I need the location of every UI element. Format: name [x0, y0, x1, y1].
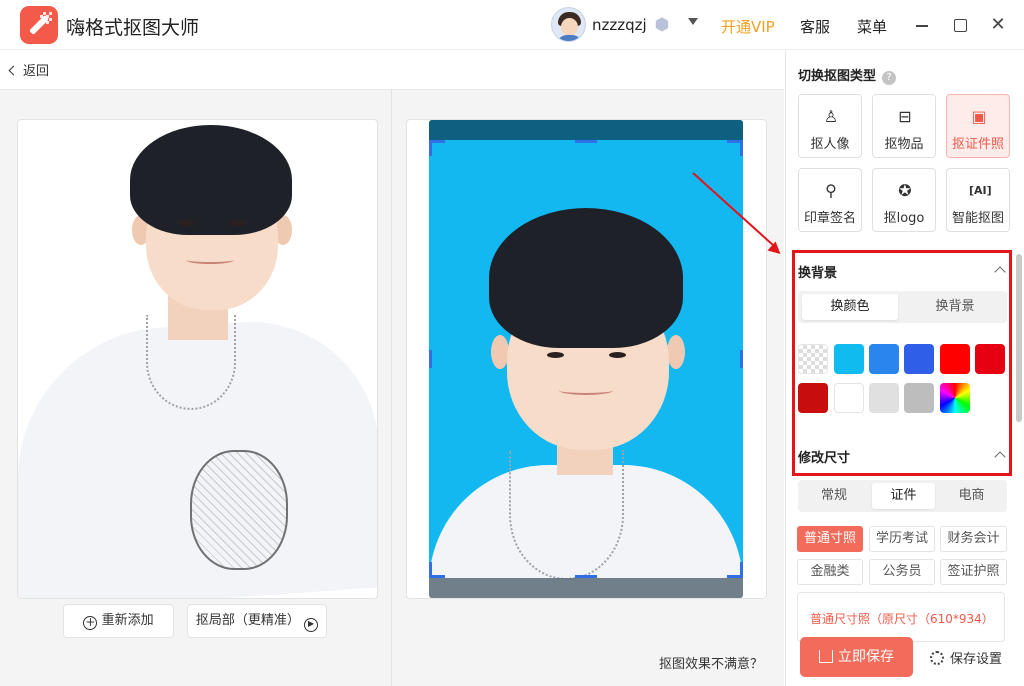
- app-title: 嗨格式抠图大师: [66, 17, 200, 39]
- type-stamp-button[interactable]: ⚲ 印章签名: [798, 168, 862, 232]
- inbox-icon: ⊟: [898, 107, 912, 126]
- crop-handle[interactable]: [727, 562, 743, 578]
- tab-id[interactable]: 证件: [872, 483, 935, 509]
- local-cutout-button[interactable]: 抠局部（更精准） ▶: [187, 604, 327, 638]
- help-icon[interactable]: ?: [882, 71, 897, 85]
- save-settings-button[interactable]: 保存设置: [930, 648, 1002, 667]
- download-icon: [819, 650, 833, 663]
- plus-icon: +: [83, 615, 98, 630]
- size-tag[interactable]: 签证护照: [940, 559, 1007, 585]
- type-label: 抠证件照: [951, 137, 1004, 152]
- back-button[interactable]: 返回: [8, 60, 50, 79]
- type-label: 抠logo: [883, 211, 925, 226]
- original-image-card: [17, 119, 378, 599]
- size-tag[interactable]: 普通寸照: [797, 526, 863, 552]
- re-add-button[interactable]: + 重新添加: [63, 604, 174, 638]
- person-icon: ♙: [823, 107, 839, 126]
- size-tag[interactable]: 金融类: [797, 559, 863, 585]
- size-detail-text: 普通尺寸照（原尺寸（610*934）: [810, 612, 994, 626]
- crop-handle[interactable]: [740, 350, 743, 368]
- tab-ecommerce[interactable]: 电商: [940, 483, 1003, 509]
- chevron-down-icon[interactable]: [688, 18, 698, 25]
- app-logo-icon: [20, 6, 58, 44]
- crop-handle[interactable]: [429, 140, 445, 156]
- vip-badge-icon: ⬢: [654, 15, 670, 35]
- crop-handle[interactable]: [575, 140, 597, 143]
- play-icon: ▶: [304, 618, 319, 632]
- title-bar: 嗨格式抠图大师 nzzzqzj ⬢ 开通VIP 客服 菜单 ✕: [0, 0, 1024, 50]
- username[interactable]: nzzzqzj: [592, 16, 647, 34]
- back-label: 返回: [23, 64, 50, 79]
- save-label: 立即保存: [838, 649, 894, 665]
- unhappy-link[interactable]: 抠图效果不满意？: [659, 653, 763, 672]
- maximize-icon[interactable]: [949, 14, 971, 36]
- size-tag[interactable]: 公务员: [869, 559, 935, 585]
- stamp-icon: ⚲: [825, 181, 837, 200]
- type-portrait-button[interactable]: ♙ 抠人像: [798, 94, 862, 158]
- ai-icon: [AI]: [969, 184, 992, 197]
- id-card-icon: ▣: [971, 107, 987, 126]
- type-label: 智能抠图: [951, 211, 1004, 226]
- crop-handle[interactable]: [727, 140, 743, 156]
- size-tag[interactable]: 学历考试: [869, 526, 935, 552]
- type-object-button[interactable]: ⊟ 抠物品: [872, 94, 936, 158]
- user-avatar[interactable]: [551, 7, 586, 42]
- open-vip-link[interactable]: 开通VIP: [721, 16, 775, 37]
- tab-regular[interactable]: 常规: [802, 483, 866, 509]
- size-tabs: 常规 证件 电商: [798, 480, 1007, 512]
- scrollbar[interactable]: [1016, 254, 1022, 422]
- type-label: 抠人像: [810, 137, 850, 152]
- save-button[interactable]: 立即保存: [800, 637, 913, 677]
- minimize-icon[interactable]: [911, 14, 933, 36]
- type-label: 抠物品: [884, 137, 924, 152]
- type-id-photo-button[interactable]: ▣ 抠证件照: [946, 94, 1010, 158]
- size-tag[interactable]: 财务会计: [940, 526, 1007, 552]
- customer-service-link[interactable]: 客服: [800, 16, 830, 37]
- save-settings-label: 保存设置: [950, 652, 1003, 667]
- crop-handle[interactable]: [429, 350, 432, 368]
- original-person-image: [18, 120, 377, 598]
- local-cutout-label: 抠局部（更精准）: [195, 613, 300, 628]
- id-photo-preview: [429, 120, 743, 598]
- switch-type-title: 切换抠图类型?: [798, 65, 897, 85]
- close-icon[interactable]: ✕: [987, 14, 1009, 36]
- crop-handle[interactable]: [575, 575, 597, 578]
- badge-icon: ✪: [898, 181, 912, 200]
- divider: [391, 89, 392, 686]
- chevron-left-icon: [8, 65, 19, 76]
- menu-link[interactable]: 菜单: [857, 16, 887, 37]
- highlight-box: [792, 250, 1012, 476]
- gear-icon: [930, 651, 944, 665]
- type-logo-button[interactable]: ✪ 抠logo: [872, 168, 936, 232]
- re-add-label: 重新添加: [101, 613, 154, 628]
- type-label: 印章签名: [803, 211, 856, 226]
- type-smart-button[interactable]: [AI] 智能抠图: [946, 168, 1010, 232]
- crop-handle[interactable]: [429, 562, 445, 578]
